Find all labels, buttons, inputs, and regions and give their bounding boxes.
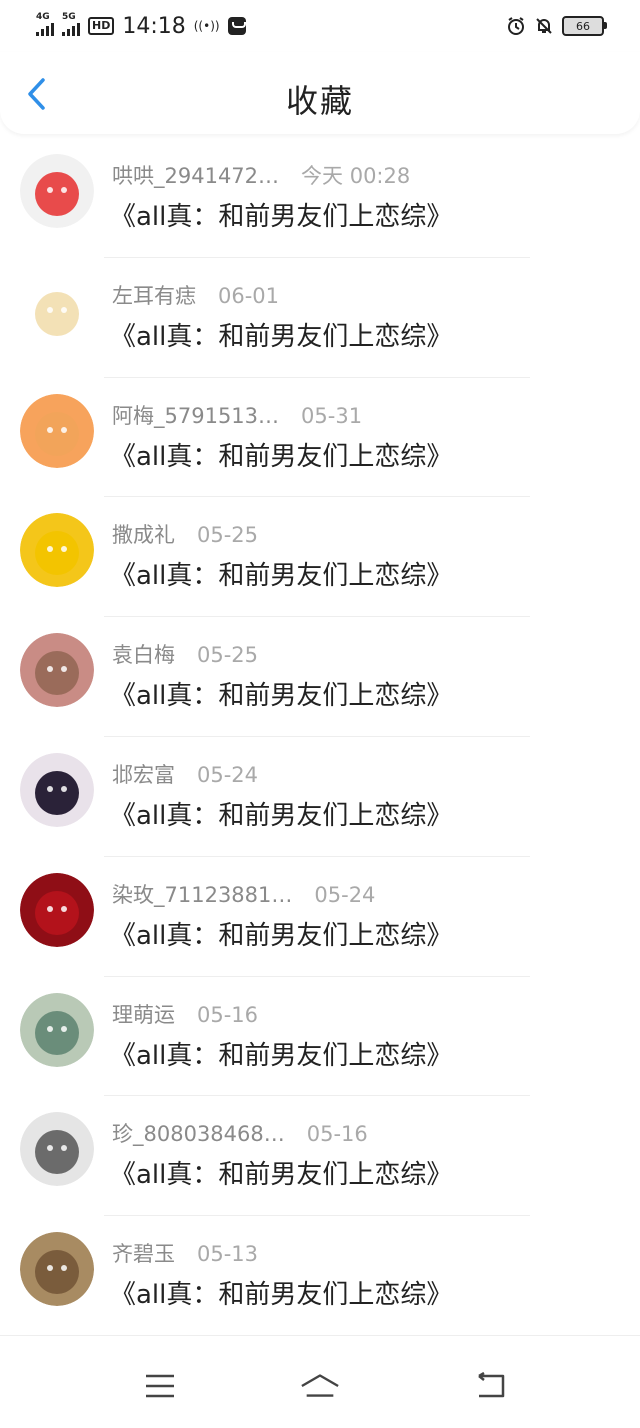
item-meta: 左耳有痣 06-01 [112, 280, 279, 310]
home-icon [301, 1374, 339, 1397]
item-meta: 阿梅_5791513… 05-31 [112, 400, 362, 430]
username[interactable]: 阿梅_5791513… [112, 404, 279, 428]
username[interactable]: 左耳有痣 [112, 284, 196, 308]
menu-icon [146, 1374, 174, 1398]
timestamp: 05-16 [306, 1122, 368, 1147]
item-title[interactable]: 《all真：和前男友们上恋综》 [110, 196, 452, 233]
alarm-icon [508, 17, 524, 35]
message-notification-icon [227, 17, 246, 35]
hotspot-icon: ((•)) [193, 19, 220, 33]
item-title[interactable]: 《all真：和前男友们上恋综》 [110, 675, 452, 712]
username[interactable]: 撒成礼 [112, 523, 175, 547]
avatar[interactable] [20, 154, 94, 228]
list-item[interactable]: 撒成礼 05-25 《all真：和前男友们上恋综》 [0, 497, 640, 618]
avatar[interactable] [20, 273, 94, 348]
status-right: 66 [506, 16, 607, 36]
back-nav-button[interactable] [470, 1366, 510, 1406]
battery-icon: 66 [562, 16, 607, 36]
timestamp: 05-24 [197, 762, 259, 787]
timestamp: 05-25 [197, 643, 259, 668]
list-item[interactable]: 阿梅_5791513… 05-31 《all真：和前男友们上恋综》 [0, 378, 640, 498]
back-arrow-icon [478, 1372, 505, 1398]
page-title: 收藏 [285, 82, 354, 120]
list-item[interactable]: 珍_808038468… 05-16 《all真：和前男友们上恋综》 [0, 1096, 640, 1217]
list-item[interactable]: 袁白梅 05-25 《all真：和前男友们上恋综》 [0, 617, 640, 737]
item-title[interactable]: 《all真：和前男友们上恋综》 [110, 1035, 452, 1072]
list-item[interactable]: 染玫_71123881… 05-24 《all真：和前男友们上恋综》 [0, 857, 640, 977]
item-title[interactable]: 《all真：和前男友们上恋综》 [110, 436, 452, 473]
item-meta: 齐碧玉 05-13 [112, 1238, 258, 1268]
item-meta: 邶宏富 05-24 [112, 759, 258, 789]
username[interactable]: 邶宏富 [112, 763, 175, 787]
avatar[interactable] [20, 513, 94, 588]
item-meta: 珍_808038468… 05-16 [112, 1118, 368, 1148]
mute-bell-icon [536, 18, 552, 34]
status-left: 4G 5G HD 14:18 ((•)) [36, 12, 246, 39]
username[interactable]: 理萌运 [112, 1003, 175, 1027]
avatar[interactable] [20, 1232, 94, 1307]
item-meta: 哄哄_2941472… 今天 00:28 [112, 160, 410, 190]
list-item[interactable]: 哄哄_2941472… 今天 00:28 《all真：和前男友们上恋综》 [0, 138, 640, 258]
timestamp: 05-13 [197, 1242, 259, 1267]
timestamp: 今天 00:28 [301, 164, 411, 188]
signal-4g-icon: 4G [36, 12, 54, 36]
timestamp: 05-24 [314, 882, 376, 907]
menu-button[interactable] [140, 1366, 180, 1406]
item-meta: 袁白梅 05-25 [112, 639, 258, 669]
item-meta: 理萌运 05-16 [112, 999, 258, 1029]
username[interactable]: 袁白梅 [112, 643, 175, 667]
timestamp: 06-01 [218, 283, 280, 308]
timestamp: 05-25 [197, 523, 259, 548]
item-meta: 撒成礼 05-25 [112, 519, 258, 549]
header-bar: 收藏 [0, 52, 640, 134]
list-item[interactable]: 左耳有痣 06-01 《all真：和前男友们上恋综》 [0, 258, 640, 378]
avatar[interactable] [20, 992, 94, 1067]
timestamp: 05-16 [197, 1002, 259, 1027]
avatar[interactable] [20, 752, 94, 827]
avatar[interactable] [20, 633, 94, 708]
favorites-list: 哄哄_2941472… 今天 00:28 《all真：和前男友们上恋综》 左耳有痣 06… [0, 138, 640, 1336]
avatar[interactable] [20, 1112, 94, 1187]
clock: 14:18 [122, 13, 186, 39]
item-title[interactable]: 《all真：和前男友们上恋综》 [110, 316, 452, 353]
username[interactable]: 哄哄_2941472… [112, 164, 279, 188]
item-title[interactable]: 《all真：和前男友们上恋综》 [110, 915, 452, 952]
avatar[interactable] [20, 393, 94, 468]
list-item[interactable]: 齐碧玉 05-13 《all真：和前男友们上恋综》 [0, 1216, 640, 1336]
item-title[interactable]: 《all真：和前男友们上恋综》 [110, 795, 452, 832]
list-item[interactable]: 邶宏富 05-24 《all真：和前男友们上恋综》 [0, 737, 640, 857]
username[interactable]: 齐碧玉 [112, 1242, 175, 1266]
item-title[interactable]: 《all真：和前男友们上恋综》 [110, 1274, 452, 1311]
username[interactable]: 珍_808038468… [112, 1122, 285, 1146]
hd-icon: HD [88, 17, 115, 35]
item-title[interactable]: 《all真：和前男友们上恋综》 [110, 1154, 452, 1191]
username[interactable]: 染玫_71123881… [112, 883, 292, 907]
system-nav-bar [0, 1335, 640, 1428]
avatar[interactable] [20, 872, 94, 947]
timestamp: 05-31 [301, 403, 363, 428]
list-item[interactable]: 理萌运 05-16 《all真：和前男友们上恋综》 [0, 977, 640, 1097]
item-meta: 染玫_71123881… 05-24 [112, 879, 375, 909]
status-bar: 4G 5G HD 14:18 ((•)) 66 [0, 0, 640, 52]
item-title[interactable]: 《all真：和前男友们上恋综》 [110, 555, 452, 592]
home-button[interactable] [300, 1366, 340, 1406]
signal-5g-icon: 5G [62, 12, 80, 36]
